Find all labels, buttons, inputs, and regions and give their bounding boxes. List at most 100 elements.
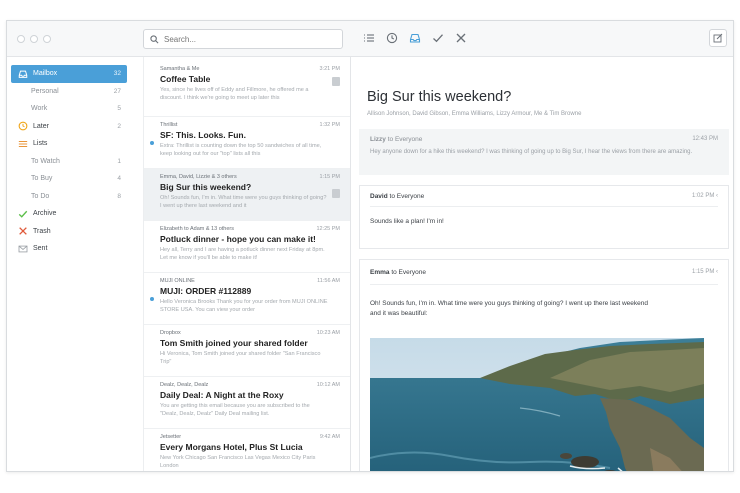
archive-button[interactable] xyxy=(431,30,445,46)
delete-button[interactable] xyxy=(454,30,468,46)
message-preview: Hey all, Terry and I are having a potluc… xyxy=(160,247,325,261)
message-card[interactable]: Emma to Everyone 1:15 PM ‹ Oh! Sounds fun… xyxy=(359,259,729,471)
card-recipients: to Everyone xyxy=(389,192,425,200)
message-preview: Yes, since he lives off of Eddy and Fill… xyxy=(160,87,309,101)
later-button[interactable] xyxy=(385,30,399,46)
thread-count-icon xyxy=(332,189,340,198)
sidebar-item-label: To Buy xyxy=(31,175,53,183)
message-actions xyxy=(362,30,468,46)
message-row[interactable]: Dealz, Dealz, Dealz 10:12 AM Daily Deal: … xyxy=(144,377,350,429)
reply-arrow-icon[interactable]: ‹ xyxy=(716,193,718,199)
toolbar xyxy=(7,21,733,57)
mail-window: Mailbox 32 Personal 27 Work 5 Later 2 Li… xyxy=(6,20,734,472)
unread-dot-icon xyxy=(150,141,154,145)
minimize-window-button[interactable] xyxy=(30,35,38,43)
close-window-button[interactable] xyxy=(17,35,25,43)
sidebar-item-later[interactable]: Later 2 xyxy=(11,118,127,136)
sidebar-item-label: Personal xyxy=(31,87,59,95)
thread-participants: Allison Johnson, David Gibson, Emma Will… xyxy=(367,111,582,117)
unread-dot-icon xyxy=(150,297,154,301)
card-sender: David xyxy=(370,192,388,200)
compose-icon xyxy=(713,33,723,43)
sidebar-item-label: Lists xyxy=(33,140,48,148)
message-sender: Dealz, Dealz, Dealz xyxy=(160,382,209,388)
sidebar-item-label: Trash xyxy=(33,227,51,235)
lists-icon xyxy=(17,138,28,149)
message-subject: MUJI: ORDER #112889 xyxy=(160,286,252,296)
sidebar-item-trash[interactable]: Trash xyxy=(11,223,127,241)
card-time: 1:02 PM xyxy=(691,193,715,199)
message-preview: Oh! Sounds fun, I'm in. What time were y… xyxy=(160,195,327,209)
message-row[interactable]: Samantha & Me 3:21 PM Coffee Table Yes, s… xyxy=(144,57,350,117)
sidebar-item-count: 5 xyxy=(117,105,121,113)
card-body: Oh! Sounds fun, I'm in. What time were y… xyxy=(370,300,649,317)
message-time: 9:42 AM xyxy=(319,434,340,440)
sidebar-item-to-buy[interactable]: To Buy 4 xyxy=(11,170,127,188)
list-icon xyxy=(364,34,374,42)
clock-icon xyxy=(386,32,398,44)
sidebar-item-mailbox[interactable]: Mailbox 32 xyxy=(11,65,127,83)
message-sender: Jetsetter xyxy=(160,434,182,440)
sidebar-item-to-do[interactable]: To Do 8 xyxy=(11,188,127,206)
card-time: 12:43 PM xyxy=(692,136,718,142)
clock-icon xyxy=(17,121,28,132)
inbox-icon xyxy=(409,33,421,43)
sidebar-item-label: To Do xyxy=(31,192,50,200)
zoom-window-button[interactable] xyxy=(43,35,51,43)
sidebar-item-label: Mailbox xyxy=(33,70,58,78)
sidebar-item-label: To Watch xyxy=(31,157,60,165)
sidebar: Mailbox 32 Personal 27 Work 5 Later 2 Li… xyxy=(7,57,131,471)
compose-button[interactable] xyxy=(709,29,727,47)
message-sender: Emma, David, Lizzie & 3 others xyxy=(160,174,237,180)
message-row[interactable]: Dropbox 10:23 AM Tom Smith joined your sh… xyxy=(144,325,350,377)
search-box[interactable] xyxy=(143,29,343,49)
sidebar-item-count: 8 xyxy=(117,192,121,200)
sent-icon xyxy=(17,243,28,254)
inbox-icon xyxy=(17,68,28,79)
message-preview: Hi Veronica, Tom Smith joined your share… xyxy=(160,351,321,365)
sidebar-item-sent[interactable]: Sent xyxy=(11,240,127,258)
message-row[interactable]: Elizabeth to Adam & 13 others 12:25 PM Po… xyxy=(144,221,350,273)
inbox-button[interactable] xyxy=(408,30,422,46)
sidebar-item-label: Later xyxy=(33,122,49,130)
coastline-photo xyxy=(370,338,704,471)
list-button[interactable] xyxy=(362,30,376,46)
sidebar-item-count: 2 xyxy=(117,122,121,130)
sidebar-item-work[interactable]: Work 5 xyxy=(11,100,127,118)
message-preview: Hello Veronica Brooks Thank you for your… xyxy=(160,299,328,313)
thread-title: Big Sur this weekend? xyxy=(367,89,512,105)
message-time: 1:15 PM xyxy=(319,174,340,180)
card-time: 1:15 PM xyxy=(691,269,715,275)
reply-arrow-icon[interactable]: ‹ xyxy=(716,269,718,275)
message-preview: You are getting this email because you a… xyxy=(160,403,310,417)
message-sender: Samantha & Me xyxy=(160,66,200,72)
sidebar-item-count: 4 xyxy=(117,175,121,183)
message-list: Samantha & Me 3:21 PM Coffee Table Yes, s… xyxy=(143,57,351,471)
message-preview: Extra: Thrillist is counting down the to… xyxy=(160,143,322,157)
search-input[interactable] xyxy=(164,34,334,44)
sidebar-item-archive[interactable]: Archive xyxy=(11,205,127,223)
card-recipients: to Everyone xyxy=(391,268,427,276)
message-row[interactable]: MUJI ONLINE 11:56 AM MUJI: ORDER #112889 … xyxy=(144,273,350,325)
message-card[interactable]: Lizzy to Everyone 12:43 PM Hey anyone dow… xyxy=(359,129,729,175)
sidebar-item-to-watch[interactable]: To Watch 1 xyxy=(11,153,127,171)
message-row-selected[interactable]: Emma, David, Lizzie & 3 others 1:15 PM Bi… xyxy=(144,169,350,221)
message-time: 10:23 AM xyxy=(316,330,340,336)
message-subject: Big Sur this weekend? xyxy=(160,182,252,192)
message-subject: Daily Deal: A Night at the Roxy xyxy=(160,390,284,400)
card-body: Hey anyone down for a hike this weekend?… xyxy=(370,149,693,155)
message-subject: Coffee Table xyxy=(160,74,211,84)
message-preview: New York Chicago San Francisco Las Vegas… xyxy=(160,455,316,469)
sidebar-item-label: Sent xyxy=(33,245,48,253)
message-time: 1:32 PM xyxy=(319,122,340,128)
message-subject: Tom Smith joined your shared folder xyxy=(160,338,308,348)
message-row[interactable]: Thrillist 1:32 PM SF: This. Looks. Fun. E… xyxy=(144,117,350,169)
message-time: 12:25 PM xyxy=(316,226,340,232)
message-card[interactable]: David to Everyone 1:02 PM ‹ Sounds like a… xyxy=(359,185,729,249)
message-row[interactable]: Jetsetter 9:42 AM Every Morgans Hotel, Pl… xyxy=(144,429,350,471)
message-subject: Every Morgans Hotel, Plus St Lucia xyxy=(160,442,303,452)
sidebar-item-personal[interactable]: Personal 27 xyxy=(11,83,127,101)
message-subject: SF: This. Looks. Fun. xyxy=(160,130,246,140)
message-sender: MUJI ONLINE xyxy=(160,278,195,284)
sidebar-item-lists[interactable]: Lists xyxy=(11,135,127,153)
